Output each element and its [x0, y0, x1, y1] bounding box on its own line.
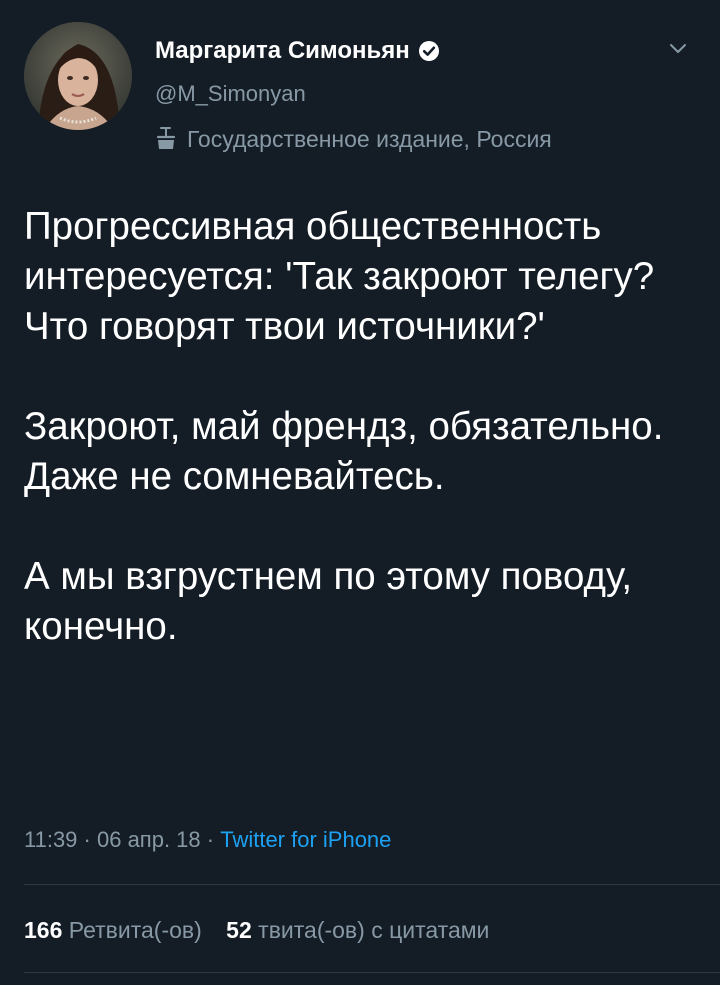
tweet-source-link[interactable]: Twitter for iPhone	[220, 827, 391, 852]
verified-badge-icon	[418, 40, 440, 62]
author-handle[interactable]: @M_Simonyan	[155, 80, 690, 108]
author-name-row: Маргарита Симоньян	[155, 34, 690, 68]
tweet-meta: 11:39 · 06 апр. 18 · Twitter for iPhone	[24, 823, 391, 857]
tweet-time: 11:39	[24, 827, 78, 852]
tweet-card: Маргарита Симоньян @M_Simonyan Государст…	[0, 0, 720, 985]
avatar-image	[24, 22, 132, 130]
quotes-label: твита(-ов) с цитатами	[258, 917, 490, 943]
meta-separator: ·	[77, 827, 97, 852]
quotes-stat[interactable]: 52 твита(-ов) с цитатами	[226, 912, 489, 948]
state-media-icon	[155, 126, 177, 152]
tweet-paragraph: Закроют, май френдз, обязательно. Даже н…	[24, 405, 664, 498]
quotes-count: 52	[226, 917, 252, 943]
state-media-label-text: Государственное издание, Россия	[187, 125, 552, 152]
retweets-label: Ретвита(-ов)	[68, 917, 202, 943]
tweet-header: Маргарита Симоньян @M_Simonyan Государст…	[155, 34, 690, 154]
retweets-count: 166	[24, 917, 63, 943]
chevron-down-icon[interactable]	[666, 36, 690, 60]
tweet-date: 06 апр. 18	[96, 827, 201, 852]
state-media-label: Государственное издание, Россия	[155, 124, 690, 154]
avatar[interactable]	[24, 22, 132, 130]
divider	[24, 884, 720, 885]
meta-separator: ·	[200, 827, 221, 852]
divider	[24, 972, 720, 973]
tweet-text: Прогрессивная общественность интересуетс…	[24, 202, 700, 652]
tweet-paragraph: А мы взгрустнем по этому поводу, конечно…	[24, 555, 633, 648]
tweet-stats: 166 Ретвита(-ов) 52 твита(-ов) с цитатам…	[24, 912, 489, 948]
tweet-paragraph: Прогрессивная общественность интересуетс…	[24, 205, 655, 348]
author-name[interactable]: Маргарита Симоньян	[155, 37, 410, 65]
retweets-stat[interactable]: 166 Ретвита(-ов)	[24, 912, 202, 948]
